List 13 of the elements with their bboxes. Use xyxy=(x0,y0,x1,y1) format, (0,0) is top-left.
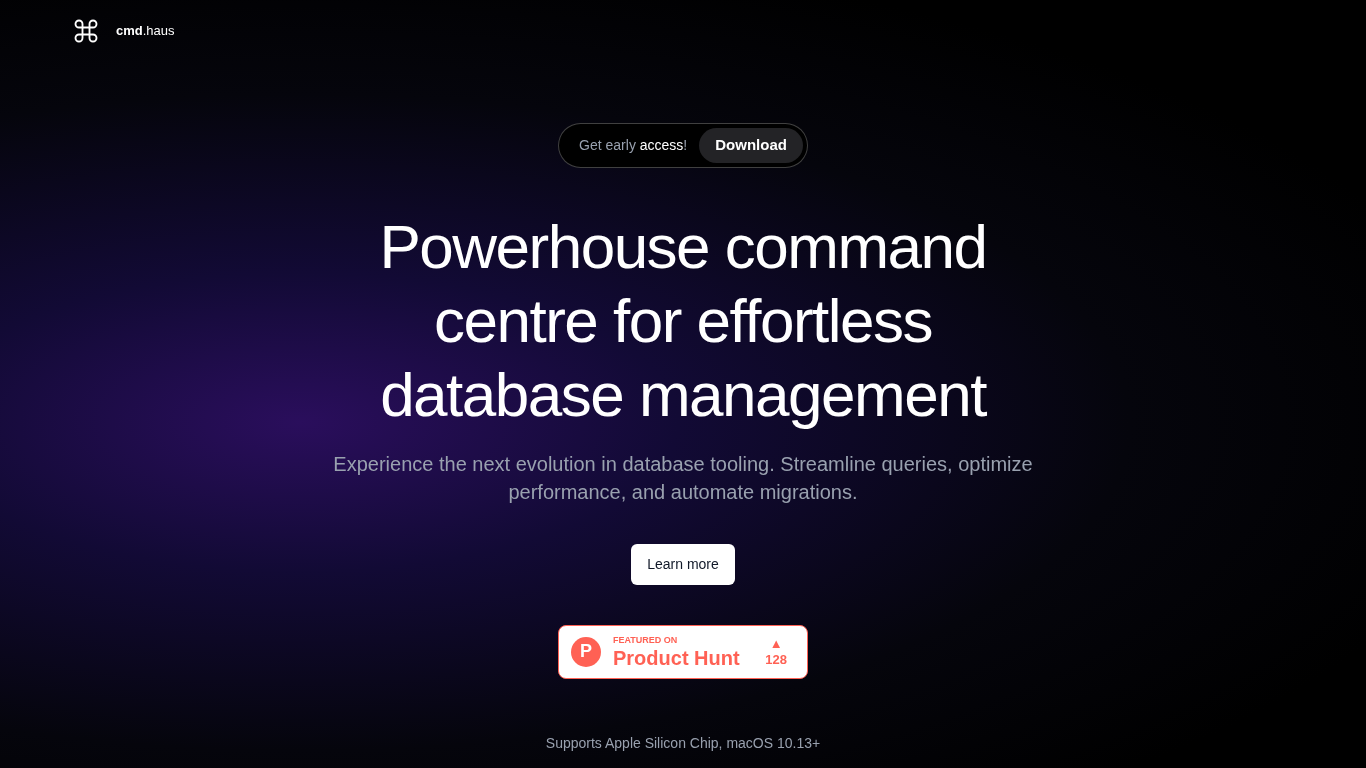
upvote-count: 128 xyxy=(765,653,787,666)
announcement-text: Get early access! xyxy=(579,135,688,155)
download-button[interactable]: Download xyxy=(699,128,803,163)
product-hunt-logo: P xyxy=(571,636,601,667)
hero-subtitle: Experience the next evolution in database tooling. Streamline queries, optimize performance, and automate migrations. xyxy=(332,451,1034,505)
learn-more-button[interactable]: Learn more xyxy=(631,543,735,585)
brand-name[interactable]: cmd.haus xyxy=(116,21,175,41)
command-key-icon[interactable] xyxy=(72,17,100,45)
featured-label: FEATURED ON xyxy=(613,635,679,645)
upvote-icon: ▲ xyxy=(769,637,783,650)
product-hunt-label: Product Hunt xyxy=(613,647,740,668)
compatibility-note: Supports Apple Silicon Chip, macOS 10.13+ xyxy=(545,734,821,753)
hero-heading: Powerhouse command centre for effortless database management xyxy=(378,210,988,431)
